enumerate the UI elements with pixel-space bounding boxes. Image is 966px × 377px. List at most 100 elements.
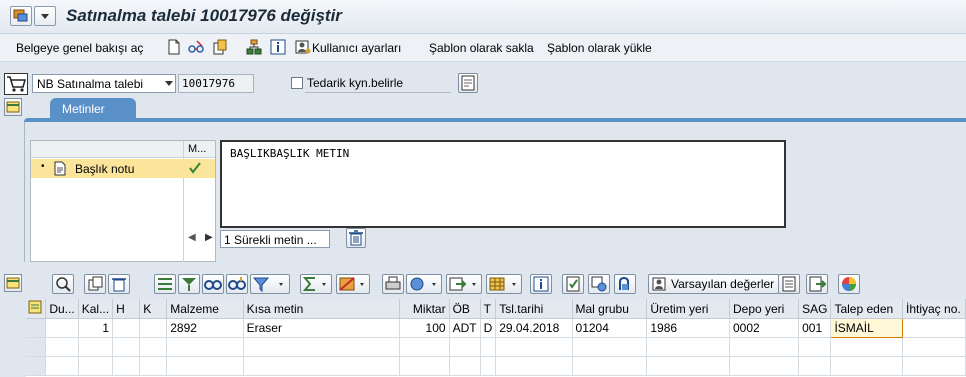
sum-button[interactable] bbox=[300, 274, 332, 294]
row-selector[interactable] bbox=[26, 337, 47, 357]
document-check-button[interactable] bbox=[562, 274, 584, 294]
dropdown-arrow-button[interactable] bbox=[34, 6, 56, 26]
item-grid: Du... Kal... H K Malzeme Kısa metin Mikt… bbox=[26, 299, 966, 377]
text-editor[interactable]: BAŞLIKBAŞLIK METIN bbox=[220, 140, 786, 228]
table-header-row: Du... Kal... H K Malzeme Kısa metin Mikt… bbox=[26, 299, 966, 319]
document-header: NB Satınalma talebi 10017976 Tedarik kyn… bbox=[0, 62, 966, 116]
plant-cell[interactable]: 1986 bbox=[646, 318, 730, 338]
previous-arrow-icon[interactable]: ◀ bbox=[188, 232, 196, 243]
row-selector[interactable] bbox=[26, 318, 47, 338]
open-overview-button[interactable]: Belgeye genel bakışı aç bbox=[16, 41, 143, 55]
row-selector[interactable] bbox=[26, 356, 47, 376]
save-as-template-button[interactable]: Şablon olarak sakla bbox=[429, 41, 534, 55]
tab-texts[interactable]: Metinler bbox=[50, 98, 136, 120]
column-header[interactable]: Mal grubu bbox=[572, 299, 648, 319]
sort-descending-button[interactable] bbox=[178, 274, 200, 294]
load-template-button[interactable]: Şablon olarak yükle bbox=[547, 41, 652, 55]
grid-view-button[interactable] bbox=[486, 274, 522, 294]
user-settings-button[interactable]: Kullanıcı ayarları bbox=[312, 41, 401, 55]
divider bbox=[305, 92, 451, 93]
hierarchy-icon[interactable] bbox=[246, 39, 262, 55]
subtotal-button[interactable] bbox=[336, 274, 370, 294]
table-row[interactable] bbox=[26, 356, 966, 376]
column-header[interactable]: Talep eden bbox=[830, 299, 903, 319]
expand-items-button[interactable] bbox=[4, 274, 22, 292]
column-header[interactable]: Üretim yeri bbox=[646, 299, 730, 319]
info-icon[interactable] bbox=[270, 39, 286, 55]
t-cell[interactable]: D bbox=[480, 318, 497, 338]
user-settings-icon bbox=[652, 277, 666, 291]
default-values-button[interactable]: Varsayılan değerler bbox=[648, 274, 780, 294]
delete-item-button[interactable] bbox=[108, 274, 130, 294]
layout-button[interactable] bbox=[406, 274, 442, 294]
document-number-field[interactable]: 10017976 bbox=[178, 74, 254, 93]
status-cell[interactable] bbox=[45, 318, 79, 338]
h-cell[interactable] bbox=[112, 318, 141, 338]
text-type-tree: M... • Başlık notu bbox=[30, 140, 216, 262]
requisitioner-input[interactable]: İSMAİL bbox=[830, 318, 903, 338]
document-overview-button[interactable] bbox=[458, 73, 478, 93]
expand-header-button[interactable] bbox=[4, 98, 22, 116]
find-button[interactable] bbox=[202, 274, 224, 294]
column-header[interactable]: Miktar bbox=[399, 299, 450, 319]
bullet-icon: • bbox=[41, 161, 45, 172]
document-type-value: NB Satınalma talebi bbox=[37, 77, 144, 91]
column-header[interactable]: T bbox=[480, 299, 497, 319]
account-assignment-button[interactable] bbox=[588, 274, 610, 294]
k-cell[interactable] bbox=[139, 318, 168, 338]
unit-cell[interactable]: ADT bbox=[449, 318, 481, 338]
find-next-button[interactable] bbox=[226, 274, 248, 294]
delete-text-button[interactable] bbox=[346, 228, 366, 248]
column-header[interactable]: Tsl.tarihi bbox=[495, 299, 573, 319]
print-button[interactable] bbox=[382, 274, 404, 294]
services-button[interactable] bbox=[614, 274, 636, 294]
export-button[interactable] bbox=[446, 274, 482, 294]
column-header[interactable]: ÖB bbox=[449, 299, 481, 319]
tracking-number-cell[interactable] bbox=[902, 318, 966, 338]
item-detail-button[interactable] bbox=[52, 274, 74, 294]
tree-item-label: Başlık notu bbox=[75, 162, 135, 176]
table-row[interactable] bbox=[26, 337, 966, 357]
user-settings-icon[interactable] bbox=[295, 39, 311, 55]
column-header[interactable]: Du... bbox=[45, 299, 79, 319]
column-header[interactable]: İhtiyaç no. bbox=[902, 299, 966, 319]
color-wheel-button[interactable] bbox=[838, 274, 860, 294]
vendor-determine-checkbox[interactable] bbox=[291, 77, 303, 89]
new-document-icon[interactable] bbox=[166, 39, 182, 55]
item-export-button[interactable] bbox=[806, 274, 828, 294]
material-cell[interactable]: 2892 bbox=[166, 318, 244, 338]
select-all-icon[interactable] bbox=[26, 299, 47, 319]
default-values-label: Varsayılan değerler bbox=[671, 277, 775, 291]
table-row[interactable]: 1 2892 Eraser 100 ADT D 29.04.2018 01204… bbox=[26, 318, 966, 338]
column-header[interactable]: Malzeme bbox=[166, 299, 244, 319]
copy-document-icon[interactable] bbox=[212, 39, 228, 55]
item-overview-button[interactable] bbox=[778, 274, 800, 294]
title-bar: Satınalma talebi 10017976 değiştir bbox=[0, 0, 966, 34]
short-text-cell[interactable]: Eraser bbox=[243, 318, 401, 338]
material-group-cell[interactable]: 01204 bbox=[572, 318, 648, 338]
filter-button[interactable] bbox=[250, 274, 290, 294]
item-table: Du... Kal... H K Malzeme Kısa metin Mikt… bbox=[26, 299, 966, 376]
next-arrow-icon[interactable]: ▶ bbox=[205, 232, 213, 243]
edit-glasses-icon[interactable] bbox=[188, 39, 204, 55]
shopping-cart-icon[interactable] bbox=[4, 73, 28, 95]
column-header[interactable]: K bbox=[139, 299, 168, 319]
storage-location-cell[interactable]: 0002 bbox=[729, 318, 800, 338]
copy-item-button[interactable] bbox=[84, 274, 106, 294]
tree-item-header-note[interactable]: • Başlık notu bbox=[31, 159, 215, 178]
menu-icon-button[interactable] bbox=[10, 6, 32, 26]
column-header[interactable]: SAG bbox=[798, 299, 832, 319]
document-icon bbox=[54, 161, 66, 176]
item-cell[interactable]: 1 bbox=[78, 318, 114, 338]
column-header[interactable]: H bbox=[112, 299, 141, 319]
column-header[interactable]: Kısa metin bbox=[243, 299, 401, 319]
delivery-date-cell[interactable]: 29.04.2018 bbox=[495, 318, 573, 338]
purchasing-group-cell[interactable]: 001 bbox=[798, 318, 832, 338]
quantity-cell[interactable]: 100 bbox=[399, 318, 450, 338]
column-header[interactable]: Depo yeri bbox=[729, 299, 800, 319]
column-header[interactable]: Kal... bbox=[78, 299, 114, 319]
sort-ascending-button[interactable] bbox=[154, 274, 176, 294]
text-format-select[interactable]: 1 Sürekli metin ... bbox=[220, 230, 330, 248]
item-info-button[interactable] bbox=[530, 274, 552, 294]
document-type-select[interactable]: NB Satınalma talebi bbox=[32, 74, 176, 93]
